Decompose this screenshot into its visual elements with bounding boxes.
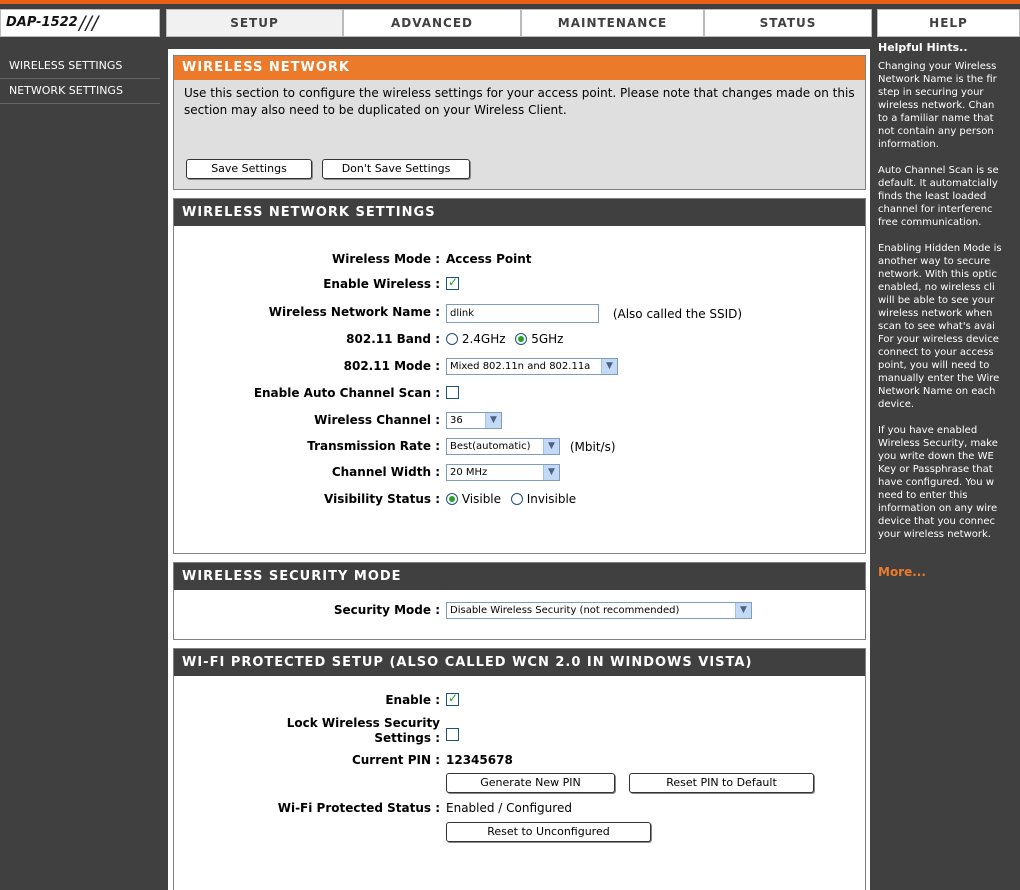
security-mode-select[interactable]: Disable Wireless Security (not recommend… — [446, 602, 752, 619]
ssid-row: Wireless Network Name : dlink (Also call… — [174, 302, 865, 324]
ssid-input[interactable]: dlink — [446, 304, 599, 323]
autoscan-label: Enable Auto Channel Scan : — [253, 386, 440, 400]
chevron-down-icon: ▼ — [543, 439, 559, 454]
sidebar-item-wireless-settings[interactable]: WIRELESS SETTINGS — [0, 54, 160, 79]
reset-unconfigured-button[interactable]: Reset to Unconfigured — [446, 822, 651, 842]
help-paragraph-1: Changing your Wireless Network Name is t… — [878, 61, 997, 150]
chevron-down-icon: ▼ — [485, 413, 501, 428]
chevron-down-icon: ▼ — [543, 465, 559, 480]
chevron-down-icon: ▼ — [601, 359, 617, 374]
help-panel: Helpful Hints.. Changing your Wireless N… — [875, 38, 1020, 890]
wireless-mode-row: Wireless Mode : Access Point — [174, 249, 865, 271]
channel-label: Wireless Channel : — [314, 413, 440, 427]
wps-status-row: Wi-Fi Protected Status : Enabled / Confi… — [174, 798, 865, 820]
band-row: 802.11 Band : 2.4GHz 5GHz — [174, 329, 865, 351]
mode80211-row: 802.11 Mode : Mixed 802.11n and 802.11a … — [174, 356, 865, 378]
width-select-value: 20 MHz — [450, 467, 488, 478]
left-nav: WIRELESS SETTINGS NETWORK SETTINGS — [0, 38, 160, 890]
wps-enable-label: Enable : — [385, 693, 440, 707]
pin-label: Current PIN : — [351, 753, 440, 767]
tab-setup[interactable]: SETUP — [166, 9, 343, 37]
visibility-row: Visibility Status : Visible Invisible — [174, 489, 865, 511]
security-mode-value: Disable Wireless Security (not recommend… — [450, 605, 680, 616]
width-select[interactable]: 20 MHz ▼ — [446, 464, 560, 481]
width-row: Channel Width : 20 MHz ▼ — [174, 462, 865, 484]
wps-enable-checkbox[interactable] — [446, 691, 459, 706]
ssid-label: Wireless Network Name : — [268, 305, 440, 319]
channel-select-value: 36 — [450, 415, 463, 426]
intro-text: Use this section to configure the wirele… — [184, 86, 855, 117]
pin-value: 12345678 — [446, 753, 513, 767]
wireless-network-intro: WIRELESS NETWORK Use this section to con… — [173, 55, 866, 190]
wireless-mode-value: Access Point — [446, 252, 532, 266]
band-5ghz-label: 5GHz — [531, 332, 564, 346]
wireless-security-section: WIRELESS SECURITY MODE Security Mode : D… — [173, 562, 866, 640]
autoscan-row: Enable Auto Channel Scan : — [174, 383, 865, 405]
visibility-label: Visibility Status : — [324, 492, 440, 506]
save-settings-button[interactable]: Save Settings — [186, 159, 312, 179]
rate-select-value: Best(automatic) — [450, 441, 531, 452]
mode80211-label: 802.11 Mode : — [343, 359, 440, 373]
wps-status-value: Enabled / Configured — [446, 801, 572, 815]
top-accent-bar — [0, 0, 1020, 4]
wireless-network-settings-section: WIRELESS NETWORK SETTINGS Wireless Mode … — [173, 198, 866, 554]
enable-wireless-label: Enable Wireless : — [323, 277, 440, 291]
rate-row: Transmission Rate : Best(automatic) ▼ (M… — [174, 436, 865, 458]
band-2-4ghz-label: 2.4GHz — [461, 332, 506, 346]
pin-row: Current PIN : 12345678 — [174, 750, 865, 772]
channel-row: Wireless Channel : 36 ▼ — [174, 410, 865, 432]
tab-help[interactable]: HELP — [877, 9, 1020, 37]
lock-security-row: Lock Wireless Security Settings : — [174, 713, 865, 747]
security-mode-row: Security Mode : Disable Wireless Securit… — [174, 600, 865, 622]
band-2-4ghz-radio[interactable] — [446, 332, 458, 345]
help-more-link[interactable]: More... — [875, 562, 1020, 579]
lock-security-checkbox[interactable] — [446, 728, 459, 741]
wireless-settings-title: WIRELESS NETWORK SETTINGS — [174, 199, 865, 226]
main-content: WIRELESS NETWORK Use this section to con… — [168, 49, 870, 890]
tab-advanced[interactable]: ADVANCED — [343, 9, 521, 37]
wireless-mode-label: Wireless Mode : — [331, 252, 440, 266]
rate-unit: (Mbit/s) — [569, 440, 616, 454]
intro-title: WIRELESS NETWORK — [174, 56, 865, 80]
rate-select[interactable]: Best(automatic) ▼ — [446, 438, 560, 455]
chevron-down-icon: ▼ — [735, 603, 751, 618]
help-paragraph-4: If you have enabled Wireless Security, m… — [878, 425, 998, 540]
wps-status-label: Wi-Fi Protected Status : — [277, 801, 440, 815]
band-label: 802.11 Band : — [346, 332, 440, 346]
band-5ghz-radio[interactable] — [515, 332, 528, 345]
tab-maintenance[interactable]: MAINTENANCE — [521, 9, 704, 37]
width-label: Channel Width : — [331, 465, 440, 479]
help-title: Helpful Hints.. — [878, 41, 968, 54]
lock-security-label: Lock Wireless Security Settings : — [287, 716, 440, 746]
lock-security-label-line1: Lock Wireless Security — [286, 716, 440, 730]
enable-wireless-row: Enable Wireless : — [174, 274, 865, 296]
logo: DAP-1522 / / / — [0, 9, 160, 37]
rate-label: Transmission Rate : — [307, 439, 440, 453]
generate-pin-button[interactable]: Generate New PIN — [446, 773, 615, 793]
reset-pin-button[interactable]: Reset PIN to Default — [629, 773, 814, 793]
help-paragraph-2: Auto Channel Scan is se default. It auto… — [878, 165, 999, 228]
help-paragraph-3: Enabling Hidden Mode is another way to s… — [878, 243, 1002, 410]
logo-slash-icon: / / / — [79, 12, 98, 34]
wps-title: WI-FI PROTECTED SETUP (ALSO CALLED WCN 2… — [174, 649, 865, 676]
security-title: WIRELESS SECURITY MODE — [174, 563, 865, 590]
visibility-visible-label: Visible — [461, 492, 502, 506]
visibility-visible-radio[interactable] — [446, 492, 458, 505]
visibility-invisible-label: Invisible — [526, 492, 577, 506]
sidebar-item-network-settings[interactable]: NETWORK SETTINGS — [0, 79, 160, 104]
security-mode-label: Security Mode : — [333, 603, 440, 617]
mode80211-select-value: Mixed 802.11n and 802.11a — [450, 361, 591, 372]
wps-enable-row: Enable : — [174, 690, 865, 712]
wps-section: WI-FI PROTECTED SETUP (ALSO CALLED WCN 2… — [173, 648, 866, 890]
ssid-note: (Also called the SSID) — [612, 307, 743, 321]
dont-save-settings-button[interactable]: Don't Save Settings — [322, 159, 470, 179]
mode80211-select[interactable]: Mixed 802.11n and 802.11a ▼ — [446, 358, 618, 375]
lock-security-label-line2: Settings : — [374, 731, 440, 745]
autoscan-checkbox[interactable] — [446, 386, 459, 399]
logo-text: DAP-1522 — [6, 15, 78, 30]
channel-select[interactable]: 36 ▼ — [446, 412, 502, 429]
tab-status[interactable]: STATUS — [704, 9, 872, 37]
enable-wireless-checkbox[interactable] — [446, 275, 459, 290]
visibility-invisible-radio[interactable] — [510, 492, 523, 505]
